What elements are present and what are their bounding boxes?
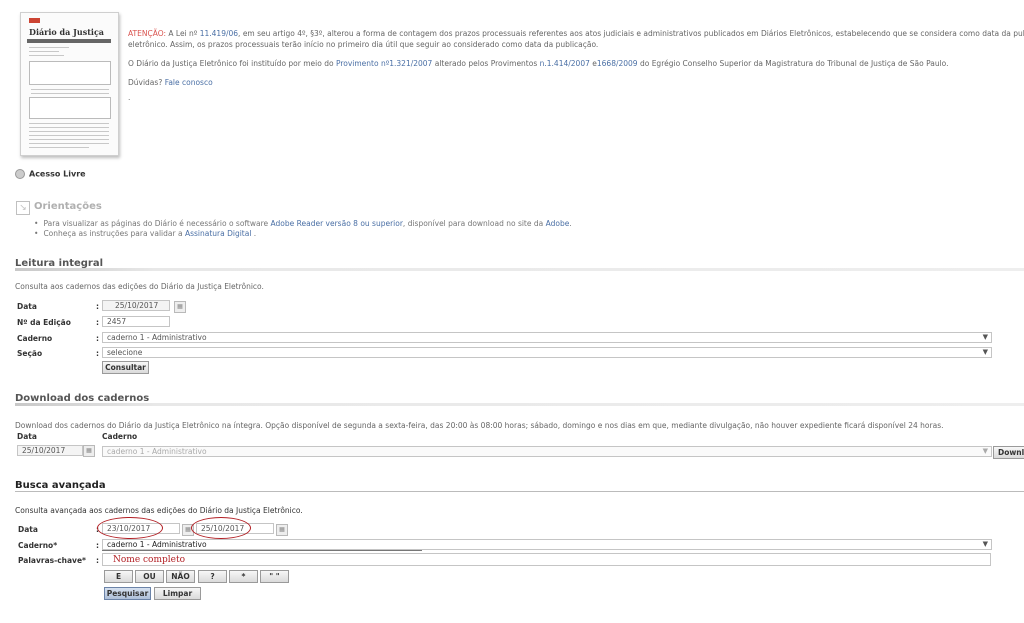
colon: :	[96, 541, 99, 550]
assinatura-digital-link[interactable]: Assinatura Digital	[185, 229, 251, 238]
edicao-label: Nº da Edição	[17, 318, 71, 327]
palavras-label: Palavras-chave*	[18, 556, 86, 565]
edicao-field[interactable]: 2457	[102, 316, 170, 327]
item-text: Conheça as instruções para validar a	[43, 229, 185, 238]
item-text: .	[251, 229, 257, 238]
item-text: .	[569, 219, 572, 228]
leitura-date-field[interactable]: 25/10/2017	[102, 300, 170, 311]
provimento-1668-link[interactable]: 1668/2009	[597, 59, 638, 68]
notice-block: ATENÇÃO: A Lei nº 11.419/06, em seu arti…	[128, 28, 1024, 103]
date-value: 25/10/2017	[115, 301, 159, 310]
dropdown-arrow-icon: ▼	[982, 333, 988, 341]
download-data-label: Data	[17, 432, 37, 441]
colon: :	[96, 334, 99, 343]
download-subtitle: Download dos cadernos do Diário da Justi…	[15, 421, 944, 430]
logo-icon	[29, 18, 40, 23]
doubts-text: Dúvidas?	[128, 78, 165, 87]
colon: :	[96, 556, 99, 565]
fale-conosco-link[interactable]: Fale conosco	[165, 78, 213, 87]
diario-thumbnail[interactable]: Diário da Justiça	[20, 12, 119, 156]
calendar-icon[interactable]: ▦	[276, 524, 288, 536]
data-label: Data	[17, 302, 37, 311]
dropdown-arrow-icon: ▼	[982, 348, 988, 356]
select-value: caderno 1 - Administrativo	[107, 447, 207, 456]
limpar-button[interactable]: Limpar	[154, 587, 201, 600]
section-divider	[15, 491, 1024, 492]
operator-e-button[interactable]: E	[104, 570, 133, 583]
dropdown-arrow-icon: ▼	[982, 540, 988, 548]
download-caderno-label: Caderno	[102, 432, 138, 441]
busca-data-label: Data	[18, 525, 38, 534]
notice-text: O Diário da Justiça Eletrônico foi insti…	[128, 59, 336, 68]
item-text: Para visualizar as páginas do Diário é n…	[43, 219, 271, 228]
calendar-icon[interactable]: ▦	[174, 301, 186, 313]
calendar-icon[interactable]: ▦	[83, 445, 95, 457]
notice-text: do Egrégio Conselho Superior da Magistra…	[637, 59, 949, 68]
caderno-select[interactable]: caderno 1 - Administrativo ▼	[102, 332, 992, 343]
thumbnail-title: Diário da Justiça	[29, 27, 104, 37]
acesso-livre-label: Acesso Livre	[29, 169, 86, 179]
adobe-reader-link[interactable]: Adobe Reader versão 8 ou superior	[271, 219, 403, 228]
access-icon	[15, 169, 25, 179]
palavras-chave-field[interactable]: Nome completo	[102, 553, 991, 566]
section-divider	[15, 268, 1024, 271]
adobe-link[interactable]: Adobe	[546, 219, 570, 228]
section-divider	[15, 403, 1024, 406]
operator-ou-button[interactable]: OU	[135, 570, 164, 583]
select-value: caderno 1 - Administrativo	[107, 540, 207, 549]
notice-dot: .	[128, 93, 131, 102]
list-item: Conheça as instruções para validar a Ass…	[34, 229, 572, 239]
caderno-label: Caderno	[17, 334, 53, 343]
attention-label: ATENÇÃO:	[128, 29, 167, 38]
operator-asterisk-button[interactable]: *	[229, 570, 258, 583]
colon: :	[96, 349, 99, 358]
select-value: selecione	[107, 348, 143, 357]
acesso-livre-link[interactable]: Acesso Livre	[15, 169, 86, 179]
item-text: , disponível para download no site da	[402, 219, 546, 228]
colon: :	[96, 318, 99, 327]
notice-text: e	[589, 59, 597, 68]
provimento-link[interactable]: Provimento nº1.321/2007	[336, 59, 432, 68]
leitura-subtitle: Consulta aos cadernos das edições do Diá…	[15, 282, 264, 291]
lei-link[interactable]: 11.419/06	[200, 29, 238, 38]
secao-select[interactable]: selecione ▼	[102, 347, 992, 358]
underline-mark	[102, 550, 422, 551]
list-item: Para visualizar as páginas do Diário é n…	[34, 219, 572, 229]
busca-caderno-select[interactable]: caderno 1 - Administrativo ▼	[102, 539, 992, 550]
highlight-circle	[191, 517, 251, 539]
orientacoes-title: Orientações	[34, 201, 102, 212]
select-value: caderno 1 - Administrativo	[107, 333, 207, 342]
provimento-1414-link[interactable]: n.1.414/2007	[540, 59, 590, 68]
pesquisar-button[interactable]: Pesquisar	[104, 587, 151, 600]
busca-subtitle: Consulta avançada aos cadernos das ediçõ…	[15, 506, 303, 515]
busca-title: Busca avançada	[15, 480, 106, 491]
notice-text: , em seu artigo 4º, §3º, alterou a forma…	[238, 29, 1024, 38]
consultar-button[interactable]: Consultar	[102, 361, 149, 374]
busca-caderno-label: Caderno*	[18, 541, 58, 550]
arrow-icon: ↘	[16, 201, 30, 215]
colon: :	[96, 302, 99, 311]
operator-nao-button[interactable]: NÃO	[166, 570, 195, 583]
orientacoes-list: Para visualizar as páginas do Diário é n…	[34, 219, 572, 239]
thumbnail-bar	[27, 39, 111, 43]
download-caderno-select[interactable]: caderno 1 - Administrativo ▼	[102, 446, 992, 457]
operator-quotes-button[interactable]: " "	[260, 570, 289, 583]
dropdown-arrow-icon: ▼	[982, 447, 988, 455]
highlight-circle	[97, 517, 163, 539]
notice-line2: eletrônico. Assim, os prazos processuais…	[128, 40, 599, 49]
notice-text: alterado pelos Provimentos	[432, 59, 540, 68]
keyword-value: Nome completo	[113, 555, 186, 565]
download-button[interactable]: Download	[993, 446, 1024, 459]
download-date-field[interactable]: 25/10/2017	[17, 445, 83, 456]
operator-question-button[interactable]: ?	[198, 570, 227, 583]
notice-text: A Lei nº	[166, 29, 200, 38]
secao-label: Seção	[17, 349, 43, 358]
